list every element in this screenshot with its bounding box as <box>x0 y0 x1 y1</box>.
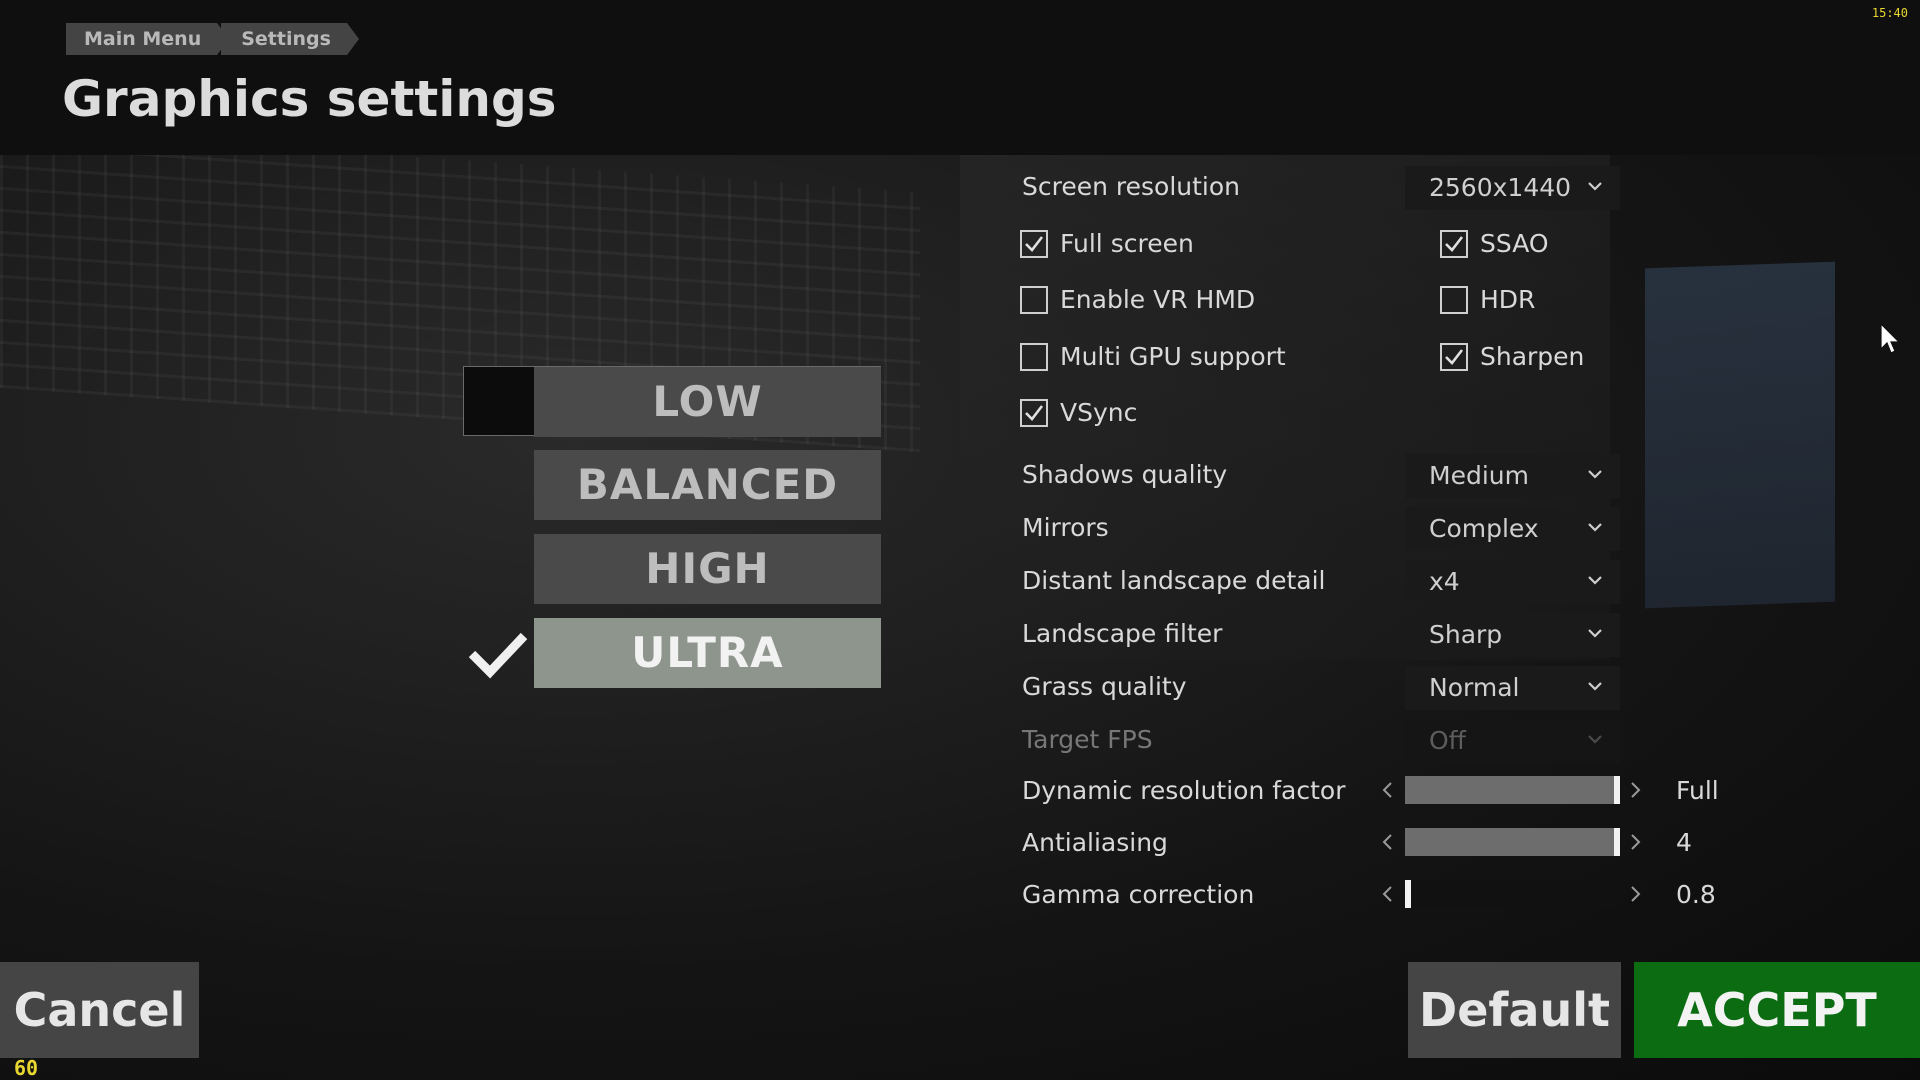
clock: 15:40 <box>1871 6 1908 20</box>
vsync-label: VSync <box>1060 398 1138 427</box>
gamma-correction-label: Gamma correction <box>1022 880 1255 909</box>
antialiasing-value: 4 <box>1676 828 1692 857</box>
landscape-filter-value: Sharp <box>1429 620 1503 649</box>
check-icon <box>1025 236 1044 252</box>
check-icon <box>1445 349 1464 365</box>
vsync-checkbox[interactable] <box>1020 399 1048 427</box>
chevron-down-icon <box>1588 523 1602 532</box>
chevron-left-icon[interactable] <box>1380 781 1394 799</box>
dynamic-resolution-label: Dynamic resolution factor <box>1022 776 1346 805</box>
mirrors-value: Complex <box>1429 514 1539 543</box>
check-icon <box>1025 405 1044 421</box>
distant-landscape-select[interactable]: x4 <box>1405 560 1620 604</box>
hdr-label: HDR <box>1480 285 1536 314</box>
preset-ultra-button[interactable]: ULTRA <box>534 618 881 688</box>
full-screen-label: Full screen <box>1060 229 1194 258</box>
preset-low-indicator <box>464 367 534 435</box>
grass-quality-select[interactable]: Normal <box>1405 666 1620 710</box>
slider-fill <box>1405 828 1614 856</box>
landscape-filter-select[interactable]: Sharp <box>1405 613 1620 657</box>
background-window <box>1645 261 1835 609</box>
preset-balanced-button[interactable]: BALANCED <box>534 450 881 520</box>
shadows-quality-value: Medium <box>1429 461 1529 490</box>
target-fps-value: Off <box>1429 726 1466 755</box>
breadcrumb-main-menu[interactable]: Main Menu <box>66 23 230 55</box>
chevron-right-icon[interactable] <box>1629 781 1643 799</box>
mirrors-select[interactable]: Complex <box>1405 507 1620 551</box>
preset-low-button[interactable]: LOW <box>534 367 881 437</box>
gamma-correction-slider[interactable] <box>1405 880 1620 908</box>
distant-landscape-value: x4 <box>1429 567 1460 596</box>
enable-vr-hmd-label: Enable VR HMD <box>1060 285 1256 314</box>
chevron-down-icon <box>1588 576 1602 585</box>
chevron-right-icon[interactable] <box>1629 833 1643 851</box>
chevron-down-icon <box>1588 182 1602 191</box>
slider-handle[interactable] <box>1614 776 1620 804</box>
mirrors-label: Mirrors <box>1022 513 1109 542</box>
sharpen-label: Sharpen <box>1480 342 1585 371</box>
target-fps-select[interactable]: Off <box>1405 719 1620 763</box>
screen-resolution-select[interactable]: 2560x1440 <box>1405 166 1620 210</box>
grass-quality-label: Grass quality <box>1022 672 1187 701</box>
sharpen-checkbox[interactable] <box>1440 343 1468 371</box>
cancel-button[interactable]: Cancel <box>0 962 199 1058</box>
screen-resolution-value: 2560x1440 <box>1429 173 1572 202</box>
chevron-down-icon <box>1588 682 1602 691</box>
enable-vr-hmd-checkbox[interactable] <box>1020 286 1048 314</box>
chevron-down-icon <box>1588 629 1602 638</box>
screen-resolution-label: Screen resolution <box>1022 172 1241 201</box>
multi-gpu-checkbox[interactable] <box>1020 343 1048 371</box>
mouse-cursor-icon <box>1880 323 1901 354</box>
accept-button[interactable]: ACCEPT <box>1634 962 1920 1058</box>
grass-quality-value: Normal <box>1429 673 1520 702</box>
default-button[interactable]: Default <box>1408 962 1621 1058</box>
slider-handle[interactable] <box>1405 880 1411 908</box>
dynamic-resolution-value: Full <box>1676 776 1719 805</box>
preset-high-button[interactable]: HIGH <box>534 534 881 604</box>
antialiasing-label: Antialiasing <box>1022 828 1168 857</box>
chevron-left-icon[interactable] <box>1380 885 1394 903</box>
breadcrumb-settings[interactable]: Settings <box>221 23 359 55</box>
page-title: Graphics settings <box>62 70 557 128</box>
ssao-label: SSAO <box>1480 229 1549 258</box>
distant-landscape-label: Distant landscape detail <box>1022 566 1326 595</box>
chevron-down-icon <box>1588 470 1602 479</box>
fps-counter: 60 <box>14 1056 39 1080</box>
check-icon <box>1445 236 1464 252</box>
chevron-left-icon[interactable] <box>1380 833 1394 851</box>
slider-fill <box>1405 776 1614 804</box>
dynamic-resolution-slider[interactable] <box>1405 776 1620 804</box>
full-screen-checkbox[interactable] <box>1020 230 1048 258</box>
chevron-down-icon <box>1588 735 1602 744</box>
breadcrumb: Main Menu Settings <box>66 23 359 55</box>
ssao-checkbox[interactable] <box>1440 230 1468 258</box>
multi-gpu-label: Multi GPU support <box>1060 342 1286 371</box>
chevron-right-icon[interactable] <box>1629 885 1643 903</box>
target-fps-label: Target FPS <box>1022 725 1153 754</box>
antialiasing-slider[interactable] <box>1405 828 1620 856</box>
shadows-quality-select[interactable]: Medium <box>1405 454 1620 498</box>
shadows-quality-label: Shadows quality <box>1022 460 1228 489</box>
checkmark-icon <box>468 628 528 680</box>
slider-handle[interactable] <box>1614 828 1620 856</box>
landscape-filter-label: Landscape filter <box>1022 619 1223 648</box>
hdr-checkbox[interactable] <box>1440 286 1468 314</box>
gamma-correction-value: 0.8 <box>1676 880 1716 909</box>
